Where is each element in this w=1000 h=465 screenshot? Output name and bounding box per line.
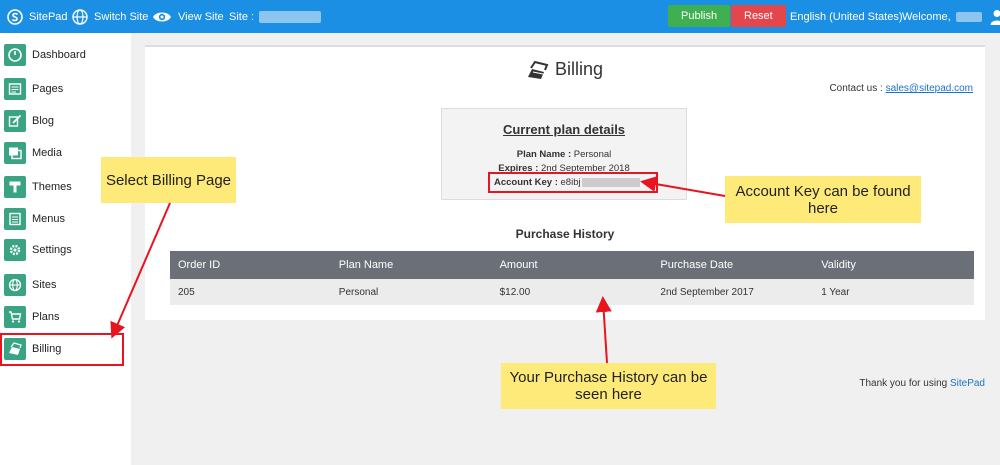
sitepad-logo-icon (6, 8, 24, 26)
reset-button[interactable]: Reset (731, 5, 786, 27)
sidebar-item-media[interactable]: Media (4, 141, 62, 165)
contact-info: Contact us : sales@sitepad.com (829, 83, 973, 94)
themes-icon (4, 176, 26, 198)
switch-site-button[interactable]: Switch Site (71, 8, 148, 26)
billing-title-icon (527, 60, 549, 80)
sidebar-item-pages[interactable]: Pages (4, 77, 63, 101)
page-title: Billing (145, 59, 985, 80)
column-header: Plan Name (338, 259, 394, 271)
purchase-date-cell: 2nd September 2017 (660, 286, 754, 298)
callout-account-key: Account Key can be found here (725, 176, 921, 223)
globe-icon (71, 8, 89, 26)
sidebar-item-label: Pages (32, 83, 64, 95)
billing-highlight-box (0, 333, 124, 366)
pages-icon (4, 78, 26, 100)
column-header: Order ID (178, 259, 221, 271)
sidebar-item-sites[interactable]: Sites (4, 273, 56, 297)
view-site-label: View Site (178, 10, 224, 23)
eye-icon (151, 8, 173, 26)
welcome-label: Welcome, (902, 10, 951, 23)
sidebar-item-label: Settings (32, 244, 72, 256)
sidebar-item-themes[interactable]: Themes (4, 175, 72, 199)
sidebar-item-dashboard[interactable]: Dashboard (4, 43, 86, 67)
sidebar-item-label: Sites (32, 279, 57, 291)
welcome-user[interactable]: Welcome, (902, 8, 1000, 26)
dashboard-icon (4, 44, 26, 66)
sidebar-item-label: Menus (32, 213, 66, 225)
validity-cell: 1 Year (821, 286, 850, 298)
plan-heading: Current plan details (502, 122, 626, 137)
column-header: Amount (499, 259, 538, 271)
switch-site-label: Switch Site (94, 10, 149, 23)
callout-select-billing: Select Billing Page (101, 157, 236, 203)
sidebar-item-label: Themes (32, 181, 72, 193)
sidebar-item-label: Media (32, 147, 62, 159)
username-redacted (955, 11, 982, 22)
page-title-text: Billing (554, 59, 604, 79)
sidebar-item-label: Blog (32, 115, 55, 127)
language-label: English (United States) (790, 10, 903, 23)
thanks-brand-link[interactable]: SitePad (950, 378, 985, 389)
column-header: Purchase Date (660, 259, 734, 271)
order-id-cell: 205 (178, 286, 195, 298)
language-selector[interactable]: English (United States) (790, 11, 903, 23)
table-row: 205 Personal $12.00 2nd September 2017 1… (170, 279, 974, 305)
plan-name-label: Plan Name : (516, 149, 572, 160)
sidebar-item-plans[interactable]: Plans (4, 305, 60, 329)
top-bar: SitePad Switch Site View Site Site : Pub… (0, 0, 1000, 33)
contact-email-link[interactable]: sales@sitepad.com (886, 83, 973, 94)
site-label: Site : (229, 10, 255, 23)
user-icon (988, 8, 1000, 26)
footer-thanks: Thank you for using SitePad (859, 378, 985, 389)
view-site-button[interactable]: View Site (151, 8, 224, 26)
purchase-history-title: Purchase History (515, 227, 615, 241)
brand-logo[interactable]: SitePad (6, 8, 68, 26)
amount-cell: $12.00 (499, 286, 531, 298)
plan-name-value: Personal (573, 149, 612, 160)
purchase-history-table: Order ID Plan Name Amount Purchase Date … (170, 251, 974, 305)
sidebar-item-settings[interactable]: Settings (4, 238, 72, 262)
account-key-highlight-box (488, 172, 658, 193)
media-icon (4, 142, 26, 164)
site-indicator: Site : (229, 10, 322, 23)
plan-name-cell: Personal (338, 286, 379, 298)
sidebar-item-menus[interactable]: Menus (4, 207, 65, 231)
table-header: Order ID Plan Name Amount Purchase Date … (170, 251, 974, 279)
publish-button[interactable]: Publish (668, 5, 731, 27)
column-header: Validity (821, 259, 856, 271)
sidebar: Dashboard Pages Blog Media Themes Menus … (0, 33, 131, 465)
site-name-redacted (259, 10, 322, 23)
plan-name-line: Plan Name : Personal (442, 149, 686, 160)
cart-icon (4, 306, 26, 328)
sites-icon (4, 274, 26, 296)
blog-icon (4, 110, 26, 132)
thanks-text: Thank you for using (859, 378, 948, 389)
sidebar-item-blog[interactable]: Blog (4, 109, 54, 133)
callout-purchase-history: Your Purchase History can be seen here (501, 363, 716, 409)
sidebar-item-label: Dashboard (32, 49, 86, 61)
brand-name: SitePad (29, 10, 68, 23)
contact-label: Contact us : (829, 83, 883, 94)
menus-icon (4, 208, 26, 230)
sidebar-item-label: Plans (32, 311, 60, 323)
settings-icon (4, 239, 26, 261)
